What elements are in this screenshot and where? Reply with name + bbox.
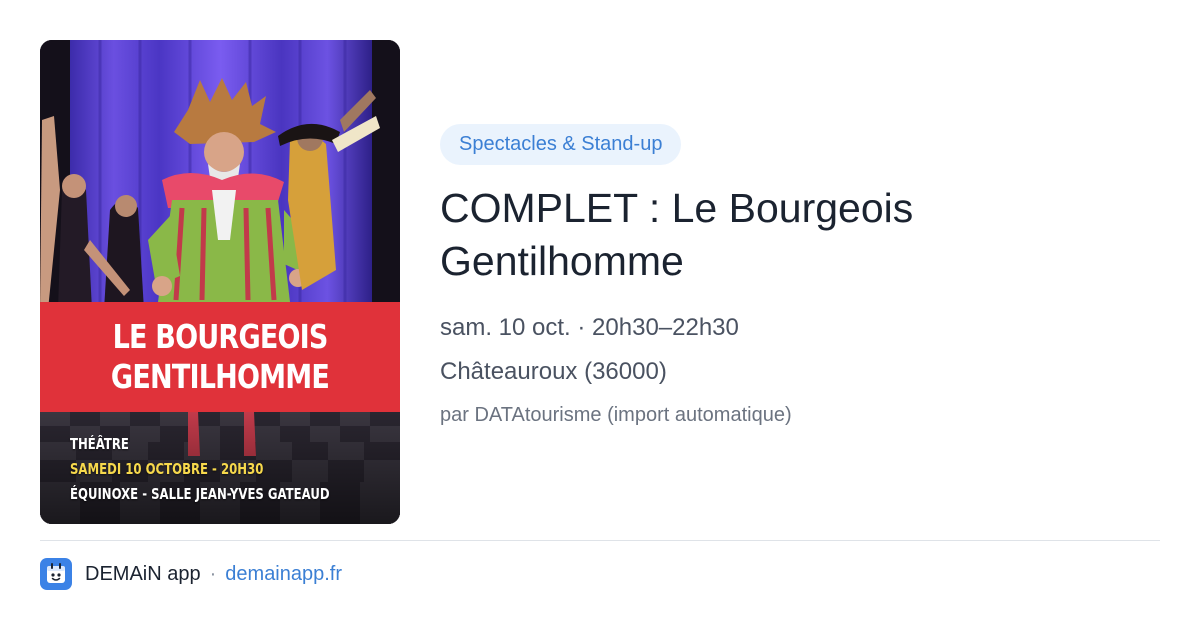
event-share-card: LE BOURGEOIS GENTILHOMME THÉÂTRE SAMEDI … <box>0 0 1200 630</box>
poster-date: SAMEDI 10 OCTOBRE - 20H30 <box>70 460 264 478</box>
footer-divider <box>40 540 1160 541</box>
category-badge[interactable]: Spectacles & Stand-up <box>440 124 682 165</box>
footer-separator: · <box>209 562 217 585</box>
app-website-link[interactable]: demainapp.fr <box>225 563 342 586</box>
app-name: DEMAiN app <box>85 562 201 585</box>
poster-genre: THÉÂTRE <box>70 435 129 453</box>
poster-title-banner: LE BOURGEOIS GENTILHOMME <box>40 302 400 412</box>
event-source: par DATAtourisme (import automatique) <box>440 404 792 426</box>
event-poster-image[interactable]: LE BOURGEOIS GENTILHOMME THÉÂTRE SAMEDI … <box>40 40 400 524</box>
poster-venue: ÉQUINOXE - SALLE JEAN-YVES GATEAUD <box>70 485 330 503</box>
event-datetime: sam. 10 oct. · 20h30–22h30 <box>440 314 739 341</box>
event-title: COMPLET : Le Bourgeois Gentilhomme <box>440 185 914 284</box>
poster-title-line-1: LE BOURGEOIS <box>112 317 328 356</box>
footer: DEMAiN app · demainapp.fr <box>40 558 342 590</box>
demain-app-icon <box>40 558 72 590</box>
event-location: Châteauroux (36000) <box>440 358 667 385</box>
poster-title-line-2: GENTILHOMME <box>110 357 330 396</box>
poster-info-block: THÉÂTRE SAMEDI 10 OCTOBRE - 20H30 ÉQUINO… <box>70 432 390 507</box>
